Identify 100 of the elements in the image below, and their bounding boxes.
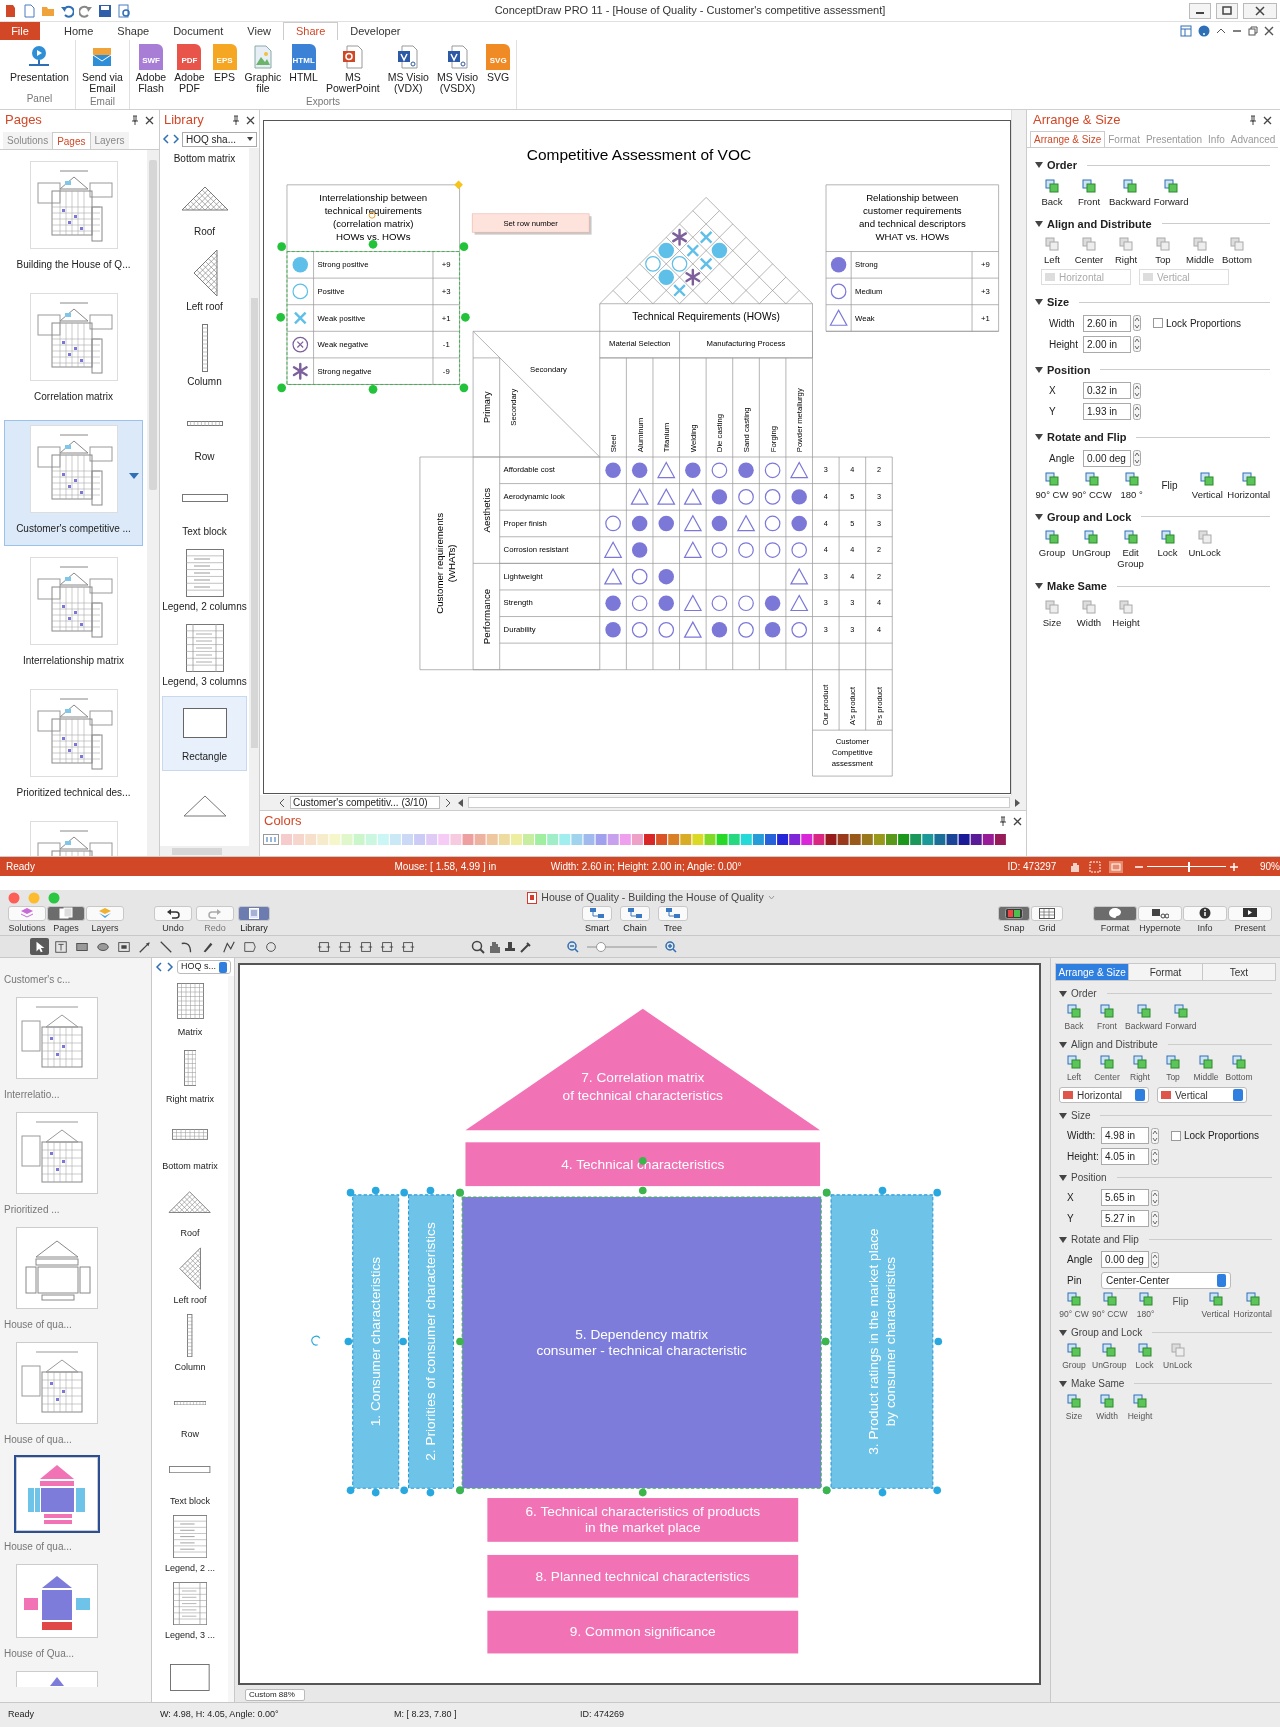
library-item[interactable]: Left roof [162,246,247,322]
library-item[interactable]: Roof [152,1177,228,1244]
library-item[interactable]: Left roof [152,1244,228,1311]
toolbar-button[interactable]: 180° [1130,1292,1161,1320]
toolbar-button[interactable]: Forward [1153,178,1189,207]
ribbon-button[interactable]: MS Visio (VDX) [384,44,432,94]
library-item[interactable]: Bottom matrix [162,148,247,172]
toolbar-button[interactable]: 90° CCW [1072,471,1112,500]
library-item[interactable]: Matrix [152,976,228,1043]
lock-proportions-checkbox[interactable]: Lock Proportions [1171,1128,1260,1143]
library-item[interactable]: Right matrix [152,1043,228,1110]
panel-tab[interactable]: Arrange & Size [1030,131,1106,147]
dropdown[interactable]: Vertical [1157,1087,1247,1103]
ribbon-button[interactable]: EPS EPS [209,44,240,83]
dropdown[interactable]: Horizontal [1059,1087,1149,1103]
page-thumbnail[interactable]: House of qua... [0,1332,151,1447]
ribbon-tab[interactable]: Developer [338,22,413,40]
library-item[interactable]: Text block [152,1445,228,1512]
toolbar-button[interactable]: Horizontal [1227,471,1270,500]
toolbar-button[interactable]: Vertical [1200,1292,1231,1320]
toolbar-button[interactable]: Vertical [1190,471,1225,500]
ribbon-button[interactable]: MS Visio (VSDX) [433,44,482,94]
page-thumbnail[interactable]: House of Qua... [0,1554,151,1661]
page-thumbnail[interactable]: House of qua... [0,1447,151,1554]
ribbon-button[interactable]: HTML HTML [286,44,321,83]
ribbon-tab[interactable]: Shape [105,22,162,40]
toolbar-button[interactable]: Size [1059,1394,1089,1422]
number-field[interactable]: 2.60 in [1083,314,1131,332]
file-tab[interactable]: File [0,22,40,40]
page-dropdown[interactable]: Customer's competitiv... (3/10) [290,796,440,809]
page-thumbnail[interactable]: Correlation matrix [4,288,143,414]
toolbar-button[interactable]: Center [1092,1055,1122,1083]
toolbar-button[interactable]: Height [1125,1394,1155,1422]
library-item[interactable]: Legend, 3 ... [152,1579,228,1646]
library-item[interactable]: Bottom matrix [152,1110,228,1177]
toolbar-button[interactable]: Group [1035,530,1069,569]
toolbar-button[interactable]: Width [1092,1394,1122,1422]
ribbon-tab[interactable]: Share [282,22,339,40]
toolbar-button[interactable]: UnGroup [1072,530,1111,569]
number-field[interactable]: 0.32 in [1083,382,1131,399]
library-item[interactable]: Legend, 2 ... [152,1512,228,1579]
number-field[interactable]: 4.05 in [1101,1148,1149,1165]
page-thumbnail[interactable]: Interrelationship matrix [4,552,143,678]
toolbar-button[interactable]: 90° CCW [1092,1292,1128,1320]
page-thumbnail[interactable]: House of qua... [0,1217,151,1332]
library-dropdown[interactable]: HOQ sha... [182,131,257,147]
ribbon-button[interactable]: PDF Adobe PDF [171,44,208,94]
toolbar-button[interactable]: Back [1059,1004,1089,1032]
toolbar-button[interactable]: 90° CW [1035,471,1069,500]
ribbon-button[interactable]: MS PowerPoint [322,44,383,94]
ribbon-button[interactable]: Send via Email [78,44,126,94]
library-item[interactable]: Text block [162,471,247,547]
number-field[interactable]: 4.98 in [1101,1127,1149,1144]
toolbar-button[interactable]: Edit Group [1113,530,1148,569]
toolbar-button[interactable]: 180 ° [1114,471,1149,500]
panel-tab[interactable]: Format [1128,964,1202,980]
toolbar-button[interactable]: 90° CW [1059,1292,1089,1320]
page-thumbnail[interactable]: Interrelatio... [0,987,151,1102]
toolbar-button[interactable]: Back [1035,178,1069,207]
toolbar-button[interactable]: Front [1092,1004,1122,1032]
toolbar-button[interactable]: Left [1059,1055,1089,1083]
library-item[interactable]: Legend, 3 columns [162,621,247,697]
ribbon-tab[interactable]: Document [161,22,236,40]
page-thumbnail[interactable]: Customer's competitive ... [4,420,143,546]
number-field[interactable]: 5.65 in [1101,1189,1149,1206]
panel-tab[interactable]: Text [1201,964,1275,980]
page-thumbnail[interactable]: Prioritized technical des... [4,684,143,810]
toolbar-button[interactable]: UnGroup [1092,1343,1127,1371]
zoom-dropdown[interactable]: Custom 88% [245,1688,305,1701]
ribbon-tab[interactable]: View [235,22,283,40]
number-field[interactable]: 0.00 deg [1101,1251,1149,1268]
ribbon-tab[interactable]: Home [52,22,106,40]
panel-tab[interactable]: Arrange & Size [1056,964,1129,980]
library-item[interactable]: Column [152,1311,228,1378]
toolbar-button[interactable]: Backward [1125,1004,1163,1032]
library-item[interactable]: Rectangle [162,696,247,772]
toolbar-button[interactable]: Middle [1191,1055,1221,1083]
toolbar-button[interactable]: Lock [1150,530,1185,569]
page-thumbnail[interactable]: Building the House of Q... [4,156,143,282]
number-field[interactable]: 1.93 in [1083,403,1131,420]
page-thumbnail[interactable]: Customer's c... [0,958,151,987]
library-item[interactable]: Legend, 2 columns [162,546,247,622]
library-item[interactable]: Roof [162,171,247,247]
toolbar-button[interactable]: Lock [1129,1343,1160,1371]
number-field[interactable]: 2.00 in [1083,335,1131,353]
toolbar-button[interactable]: Right [1125,1055,1155,1083]
ribbon-button[interactable]: SWF Adobe Flash [132,44,170,94]
library-item[interactable]: Row [152,1378,228,1445]
library-dropdown[interactable]: HOQ s... [177,960,231,974]
toolbar-button[interactable]: Bottom [1224,1055,1254,1083]
toolbar-button[interactable]: Front [1072,178,1106,207]
ribbon-button[interactable]: SVG SVG [483,44,514,83]
library-item[interactable]: Column [162,321,247,397]
dropdown[interactable]: Center-Center [1101,1272,1231,1289]
ribbon-button[interactable]: Graphic file [241,44,285,94]
toolbar-button[interactable]: Backward [1109,178,1151,207]
number-field[interactable]: 5.27 in [1101,1210,1149,1227]
toolbar-button[interactable]: Forward [1165,1004,1197,1032]
library-item[interactable]: Row [162,396,247,472]
panel-tab[interactable]: Pages [52,132,91,149]
